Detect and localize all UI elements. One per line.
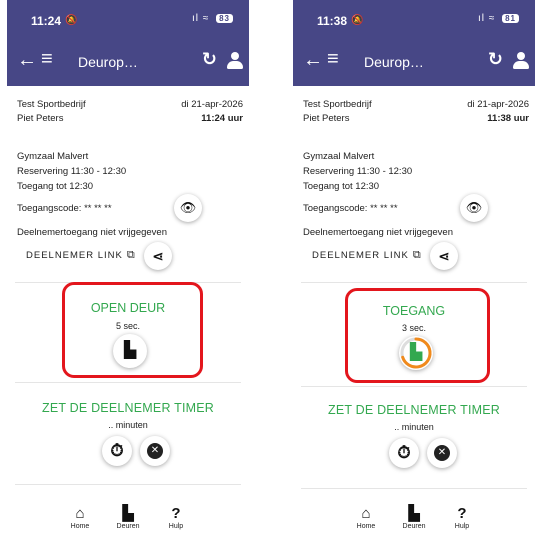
bottom-navigation: ⌂ Home ▙ Deuren ? Hulp	[293, 505, 535, 542]
status-icons: ıl ≈ 81	[478, 13, 519, 24]
timer-minutes: .. minuten	[394, 422, 434, 432]
doors-icon: ▙	[408, 505, 420, 522]
participant-link[interactable]: DEELNEMER LINK ⧉	[26, 249, 136, 262]
access-code: Toegangscode: ** ** **	[303, 203, 398, 214]
stopwatch-icon: ⏱	[397, 443, 411, 462]
timer-title: ZET DE DEELNEMER TIMER	[41, 401, 215, 415]
current-time: 11:24 uur	[201, 113, 243, 124]
help-icon: ?	[457, 505, 467, 522]
clear-timer-button[interactable]: ✕	[140, 436, 170, 466]
start-timer-button[interactable]: ⏱	[102, 436, 132, 466]
access-code: Toegangscode: ** ** **	[17, 203, 112, 214]
participant-link-label: DEELNEMER LINK	[312, 250, 409, 261]
phone-screen-left: 11:24 🔕 ıl ≈ 83 ← ≡ Deurop… ↻ Test Sport…	[7, 0, 249, 542]
back-arrow-icon[interactable]: ←	[303, 49, 323, 72]
nav-home[interactable]: ⌂ Home	[60, 505, 100, 530]
participant-access-status: Deelnemertoegang niet vrijgegeven	[17, 227, 167, 238]
participant-link-label: DEELNEMER LINK	[26, 250, 123, 261]
organization-name: Test Sportbedrijf	[303, 99, 372, 110]
location-name: Gymzaal Malvert	[303, 151, 375, 162]
home-icon: ⌂	[361, 505, 371, 522]
eye-icon[interactable]: 👁	[460, 194, 488, 222]
reservation-time: Reservering 11:30 - 12:30	[303, 166, 413, 177]
back-arrow-icon[interactable]: ←	[17, 49, 37, 72]
divider	[15, 382, 241, 383]
current-time: 11:38 uur	[487, 113, 529, 124]
battery-icon: 83	[216, 14, 233, 23]
close-icon: ✕	[147, 442, 163, 459]
status-icons: ıl ≈ 83	[192, 13, 233, 24]
app-bar: ← ≡ Deurop… ↻	[7, 38, 249, 86]
eye-icon[interactable]: 👁	[174, 194, 202, 222]
divider	[301, 386, 527, 387]
nav-help[interactable]: ? Hulp	[156, 505, 196, 530]
timer-title: ZET DE DEELNEMER TIMER	[327, 403, 501, 417]
nav-doors[interactable]: ▙ Deuren	[108, 505, 148, 530]
status-time: 11:38	[317, 14, 348, 28]
nav-doors-label: Deuren	[402, 523, 426, 530]
share-icon[interactable]: ⋖	[144, 242, 172, 270]
person-name: Piet Peters	[303, 113, 350, 124]
date-label: di 21-apr-2026	[181, 99, 243, 110]
refresh-icon[interactable]: ↻	[202, 49, 217, 70]
access-until: Toegang tot 12:30	[17, 181, 94, 192]
phone-screen-right: 11:38 🔕 ıl ≈ 81 ← ≡ Deurop… ↻ Test Sport…	[293, 0, 535, 542]
wifi-icon: ≈	[202, 13, 210, 24]
person-name: Piet Peters	[17, 113, 64, 124]
hamburger-menu-icon[interactable]: ≡	[327, 48, 339, 71]
participant-access-status: Deelnemertoegang niet vrijgegeven	[303, 227, 453, 238]
signal-icon: ıl	[192, 13, 200, 24]
status-bar: 11:24 🔕 ıl ≈ 83	[7, 0, 249, 38]
close-icon: ✕	[434, 444, 450, 461]
access-until: Toegang tot 12:30	[303, 181, 380, 192]
nav-home-label: Home	[356, 523, 376, 530]
user-icon[interactable]	[227, 52, 243, 70]
divider	[301, 488, 527, 489]
refresh-icon[interactable]: ↻	[488, 49, 503, 70]
divider	[301, 282, 527, 283]
highlight-frame	[345, 288, 490, 383]
user-icon[interactable]	[513, 52, 529, 70]
status-time: 11:24	[31, 14, 62, 28]
date-label: di 21-apr-2026	[467, 99, 529, 110]
page-title: Deurop…	[78, 54, 138, 70]
nav-help-label: Hulp	[168, 523, 184, 530]
silent-bell-icon: 🔕	[351, 15, 364, 26]
app-bar: ← ≡ Deurop… ↻	[293, 38, 535, 86]
external-link-icon: ⧉	[412, 249, 422, 261]
wifi-icon: ≈	[488, 13, 496, 24]
stopwatch-icon: ⏱	[110, 441, 124, 460]
clear-timer-button[interactable]: ✕	[427, 438, 457, 468]
silent-bell-icon: 🔕	[65, 15, 78, 26]
nav-help-label: Hulp	[454, 523, 470, 530]
organization-name: Test Sportbedrijf	[17, 99, 86, 110]
status-bar: 11:38 🔕 ıl ≈ 81	[293, 0, 535, 38]
timer-minutes: .. minuten	[108, 420, 148, 430]
doors-icon: ▙	[122, 505, 134, 522]
highlight-frame	[62, 282, 203, 378]
bottom-navigation: ⌂ Home ▙ Deuren ? Hulp	[7, 505, 249, 542]
page-title: Deurop…	[364, 54, 424, 70]
nav-help[interactable]: ? Hulp	[442, 505, 482, 530]
nav-doors[interactable]: ▙ Deuren	[394, 505, 434, 530]
help-icon: ?	[171, 505, 181, 522]
signal-icon: ıl	[478, 13, 486, 24]
nav-home-label: Home	[70, 523, 90, 530]
participant-link[interactable]: DEELNEMER LINK ⧉	[312, 249, 422, 262]
home-icon: ⌂	[75, 505, 85, 522]
reservation-time: Reservering 11:30 - 12:30	[17, 166, 127, 177]
nav-doors-label: Deuren	[116, 523, 140, 530]
hamburger-menu-icon[interactable]: ≡	[41, 48, 53, 71]
battery-icon: 81	[502, 14, 519, 23]
nav-home[interactable]: ⌂ Home	[346, 505, 386, 530]
share-icon[interactable]: ⋖	[430, 242, 458, 270]
external-link-icon: ⧉	[126, 249, 136, 261]
start-timer-button[interactable]: ⏱	[389, 438, 419, 468]
location-name: Gymzaal Malvert	[17, 151, 89, 162]
divider	[15, 484, 241, 485]
